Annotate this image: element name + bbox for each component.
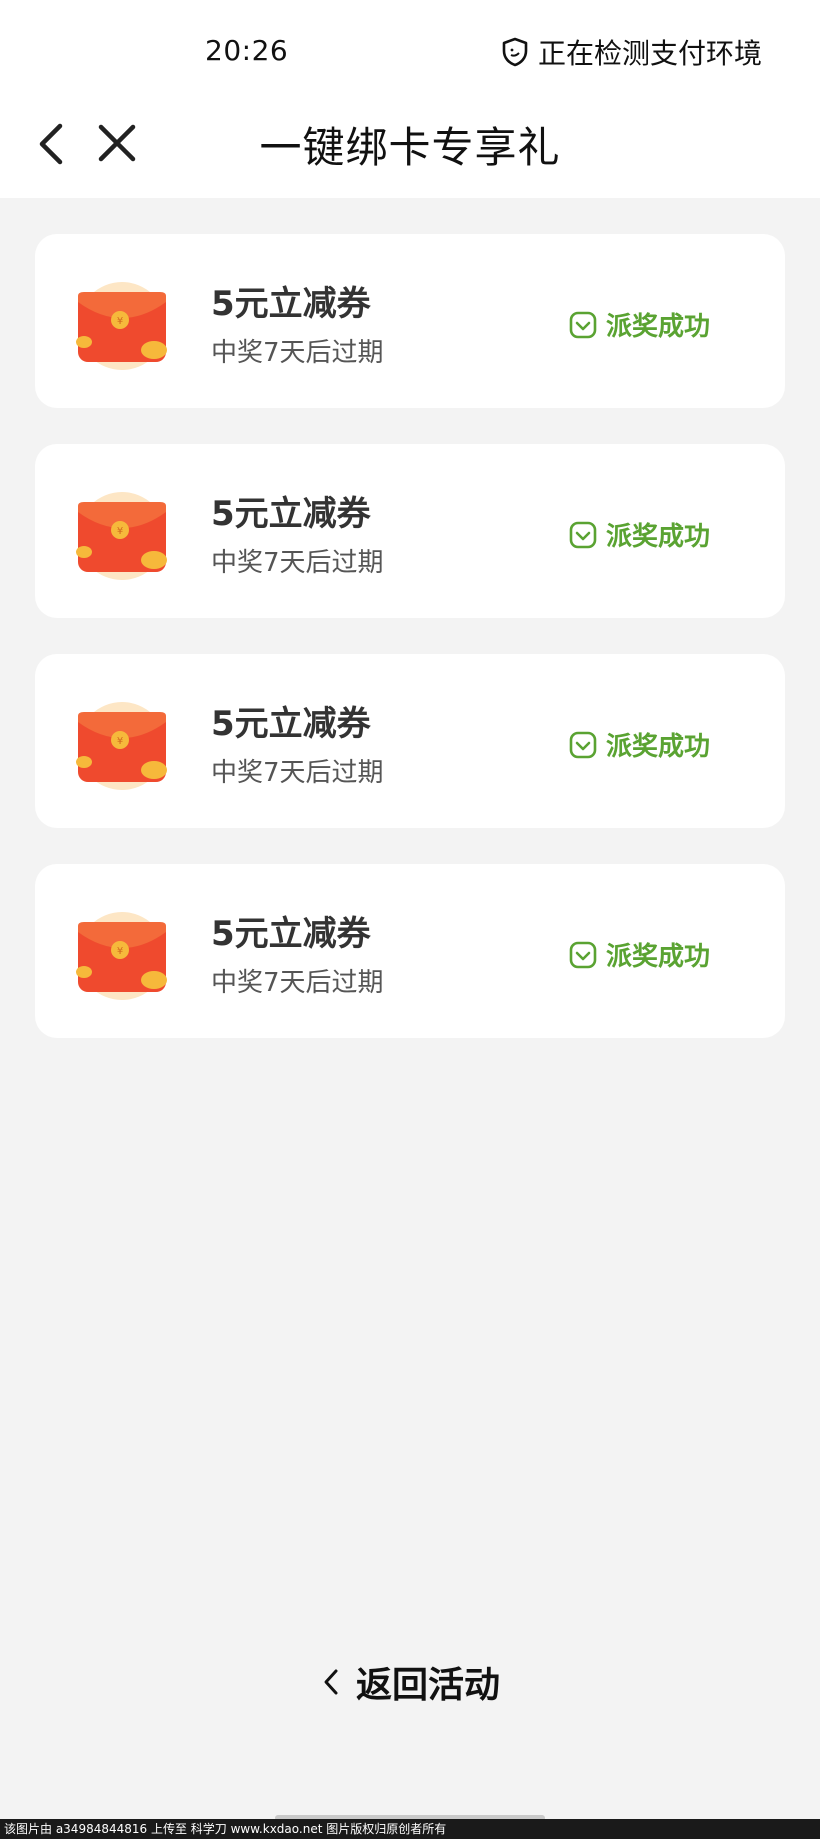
svg-text:¥: ¥ <box>117 736 123 747</box>
check-badge-icon <box>569 941 597 968</box>
reward-title: 5元立减券 <box>211 494 371 534</box>
reward-expiry: 中奖7天后过期 <box>211 338 384 368</box>
check-badge-icon <box>569 311 597 338</box>
shield-icon <box>502 37 528 67</box>
reward-card: ¥ 5元立减券 中奖7天后过期 派奖成功 <box>35 864 785 1038</box>
page-title: 一键绑卡专享礼 <box>259 123 561 172</box>
reward-status-text: 派奖成功 <box>606 942 711 972</box>
reward-card: ¥ 5元立减券 中奖7天后过期 派奖成功 <box>35 654 785 828</box>
top-bar: 20:26 正在检测支付环境 一键绑卡专享礼 <box>0 0 820 198</box>
svg-text:¥: ¥ <box>117 316 123 327</box>
watermark: 该图片由 a34984844816 上传至 科学刀 www.kxdao.net … <box>0 1819 820 1839</box>
check-badge-icon <box>569 521 597 548</box>
red-envelope-icon: ¥ <box>76 912 167 1000</box>
security-status: 正在检测支付环境 <box>500 32 762 72</box>
reward-status-text: 派奖成功 <box>606 312 711 342</box>
red-envelope-icon: ¥ <box>76 282 167 370</box>
reward-card: ¥ 5元立减券 中奖7天后过期 派奖成功 <box>35 234 785 408</box>
reward-title: 5元立减券 <box>211 284 371 324</box>
reward-title: 5元立减券 <box>211 704 371 744</box>
red-envelope-icon: ¥ <box>76 702 167 790</box>
reward-status: 派奖成功 <box>568 306 710 343</box>
svg-text:¥: ¥ <box>117 526 123 537</box>
reward-expiry: 中奖7天后过期 <box>211 758 384 788</box>
reward-title: 5元立减券 <box>211 914 371 954</box>
back-to-activity-label: 返回活动 <box>355 1665 500 1706</box>
reward-card: ¥ 5元立减券 中奖7天后过期 派奖成功 <box>35 444 785 618</box>
check-badge-icon <box>569 731 597 758</box>
red-envelope-icon: ¥ <box>76 492 167 580</box>
svg-text:¥: ¥ <box>117 946 123 957</box>
reward-status: 派奖成功 <box>568 726 710 763</box>
security-status-text: 正在检测支付环境 <box>537 37 762 70</box>
reward-status: 派奖成功 <box>568 516 710 553</box>
status-time: 20:26 <box>205 34 289 67</box>
reward-expiry: 中奖7天后过期 <box>211 968 384 998</box>
reward-status-text: 派奖成功 <box>606 522 711 552</box>
reward-status: 派奖成功 <box>568 936 710 973</box>
back-to-activity-button[interactable]: 返回活动 <box>0 1656 820 1708</box>
chevron-left-icon <box>324 1669 338 1695</box>
reward-status-text: 派奖成功 <box>606 732 711 762</box>
reward-expiry: 中奖7天后过期 <box>211 548 384 578</box>
